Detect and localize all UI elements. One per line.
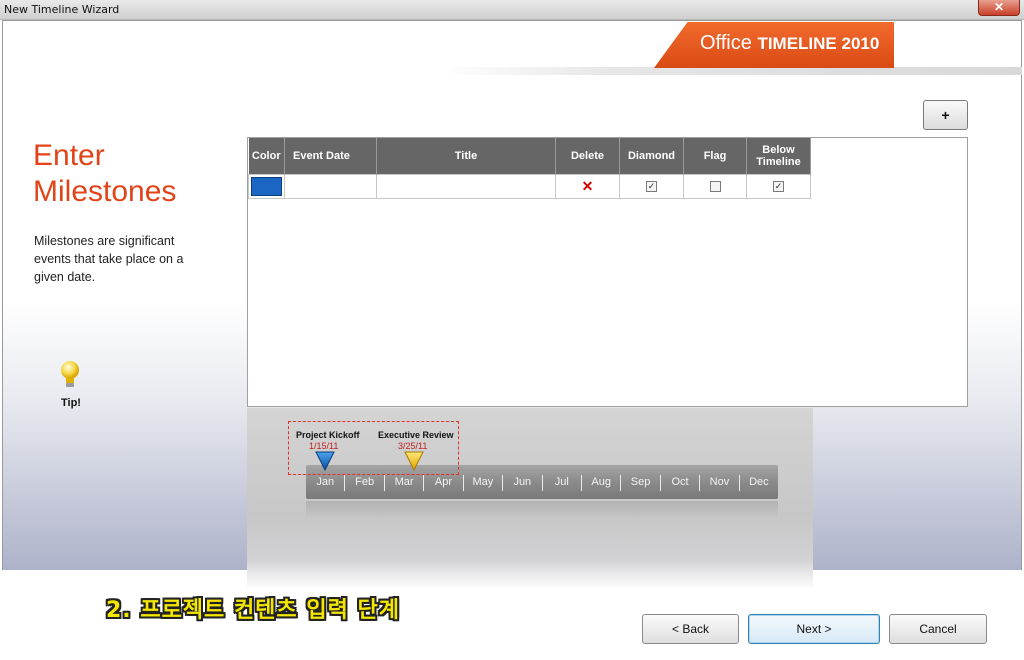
month-label: Jan [306,475,346,491]
month-label: Mar [385,475,425,491]
window-titlebar: New Timeline Wizard ✕ [0,0,1024,20]
milestones-grid: Color Event Date Title Delete Diamond Fl… [247,137,968,407]
preview-fade [247,560,813,590]
table-row: ✕ ✓ ✓ [248,173,811,199]
below-timeline-checkbox[interactable]: ✓ [773,180,784,192]
month-label: Dec [749,476,769,488]
month-label: Jul [543,475,582,491]
back-button[interactable]: < Back [642,614,739,644]
page-title: Enter Milestones [33,139,177,208]
timeline-reflection [306,501,778,519]
header-strip [440,67,1022,75]
milestone-title: Executive Review [378,430,454,440]
diamond-cell: ✓ [619,173,684,199]
milestone-title: Project Kickoff [296,430,360,440]
milestone-date: 1/15/11 [309,441,339,451]
cancel-button[interactable]: Cancel [889,614,987,644]
below-timeline-cell: ✓ [746,173,811,199]
month-label: May [464,475,504,491]
next-button[interactable]: Next > [748,614,880,644]
tip-label[interactable]: Tip! [61,397,81,409]
column-header-below-timeline[interactable]: Below Timeline [746,138,811,174]
month-label: Nov [700,475,740,491]
close-button[interactable]: ✕ [978,0,1020,16]
window-title: New Timeline Wizard [4,3,120,16]
column-header-event-date[interactable]: Event Date [284,138,377,174]
month-label: Feb [345,475,385,491]
title-cell[interactable] [376,173,556,199]
logo-text: Office TIMELINE 2010 [700,32,879,55]
month-label: Sep [621,475,661,491]
month-label: Jun [503,475,543,491]
flag-checkbox[interactable] [709,180,721,192]
column-header-flag[interactable]: Flag [683,138,747,174]
timeline-months: Jan Feb Mar Apr May Jun Jul Aug Sep Oct … [306,475,778,491]
column-header-color[interactable]: Color [248,138,285,174]
yellow-triangle-marker-icon[interactable] [404,451,424,471]
lightbulb-icon[interactable] [59,360,81,390]
month-label: Aug [582,475,622,491]
month-label: Oct [661,475,701,491]
month-label: Apr [424,475,464,491]
step-description: Milestones are significant events that t… [34,234,184,284]
event-date-cell[interactable] [284,173,377,199]
color-cell[interactable] [248,173,285,199]
column-header-title[interactable]: Title [376,138,556,174]
add-milestone-button[interactable]: + [923,100,968,130]
delete-icon[interactable]: ✕ [582,178,594,194]
step-annotation: 2. 프로젝트 컨텐츠 입력 단계 [106,598,400,623]
diamond-checkbox[interactable]: ✓ [646,180,657,192]
color-swatch[interactable] [251,176,282,196]
logo-timeline: TIMELINE 2010 [757,34,880,53]
blue-triangle-marker-icon[interactable] [315,451,335,471]
column-header-diamond[interactable]: Diamond [619,138,684,174]
milestone-date: 3/25/11 [398,441,428,451]
flag-cell [683,173,747,199]
grid-header-row: Color Event Date Title Delete Diamond Fl… [248,138,811,174]
column-header-delete[interactable]: Delete [555,138,620,174]
delete-cell[interactable]: ✕ [555,173,620,199]
logo-office: Office [700,32,752,54]
